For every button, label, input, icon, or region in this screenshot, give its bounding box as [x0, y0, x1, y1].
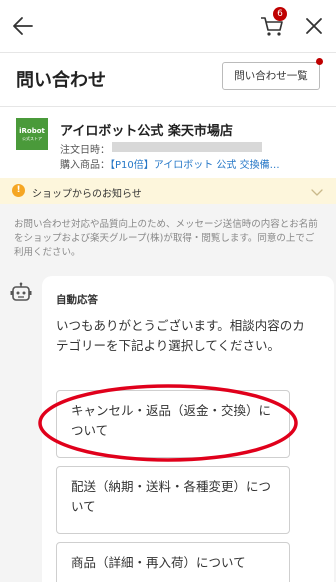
shop-logo-subtext: 公式ストア [22, 136, 42, 141]
header-divider [0, 52, 336, 53]
notice-text: ショップからのお知らせ [32, 189, 142, 200]
arrow-left-icon [13, 17, 33, 35]
shop-logo: iRobot 公式ストア [16, 118, 48, 150]
page-title: 問い合わせ [16, 70, 106, 91]
auto-reply-message: いつもありがとうございます。相談内容のカテゴリーを下記より選択してください。 [56, 318, 305, 353]
shop-name[interactable]: アイロボット公式 楽天市場店 [60, 120, 233, 139]
back-button[interactable] [10, 12, 38, 40]
privacy-disclaimer: お問い合わせ対応や品質向上のため、メッセージ送信時の内容とお名前をショップおよび… [14, 219, 318, 258]
product-label: 購入商品： [60, 160, 110, 171]
order-date-label: 注文日時： [60, 145, 110, 156]
robot-icon [10, 282, 32, 304]
product-row: 購入商品：【P10倍】アイロボット 公式 交換備… [60, 156, 280, 171]
shop-logo-text: iRobot [19, 127, 45, 135]
option-product[interactable]: 商品（詳細・再入荷）について [56, 542, 290, 582]
auto-reply-title: 自動応答 [56, 294, 98, 306]
unread-dot [316, 58, 323, 65]
title-divider [0, 106, 336, 107]
product-link[interactable]: 【P10倍】アイロボット 公式 交換備… [110, 160, 280, 171]
inquiry-list-button[interactable]: 問い合わせ一覧 [222, 62, 320, 90]
option-shipping[interactable]: 配送（納期・送料・各種変更）について [56, 466, 290, 534]
cart-count-badge: 6 [273, 7, 287, 21]
option-cancel-return[interactable]: キャンセル・返品（返金・交換）について [56, 390, 290, 458]
order-date-redacted [112, 142, 262, 152]
close-button[interactable] [300, 12, 328, 40]
close-icon [306, 18, 322, 34]
chevron-down-icon[interactable] [310, 184, 324, 198]
warning-icon: ! [12, 184, 25, 197]
